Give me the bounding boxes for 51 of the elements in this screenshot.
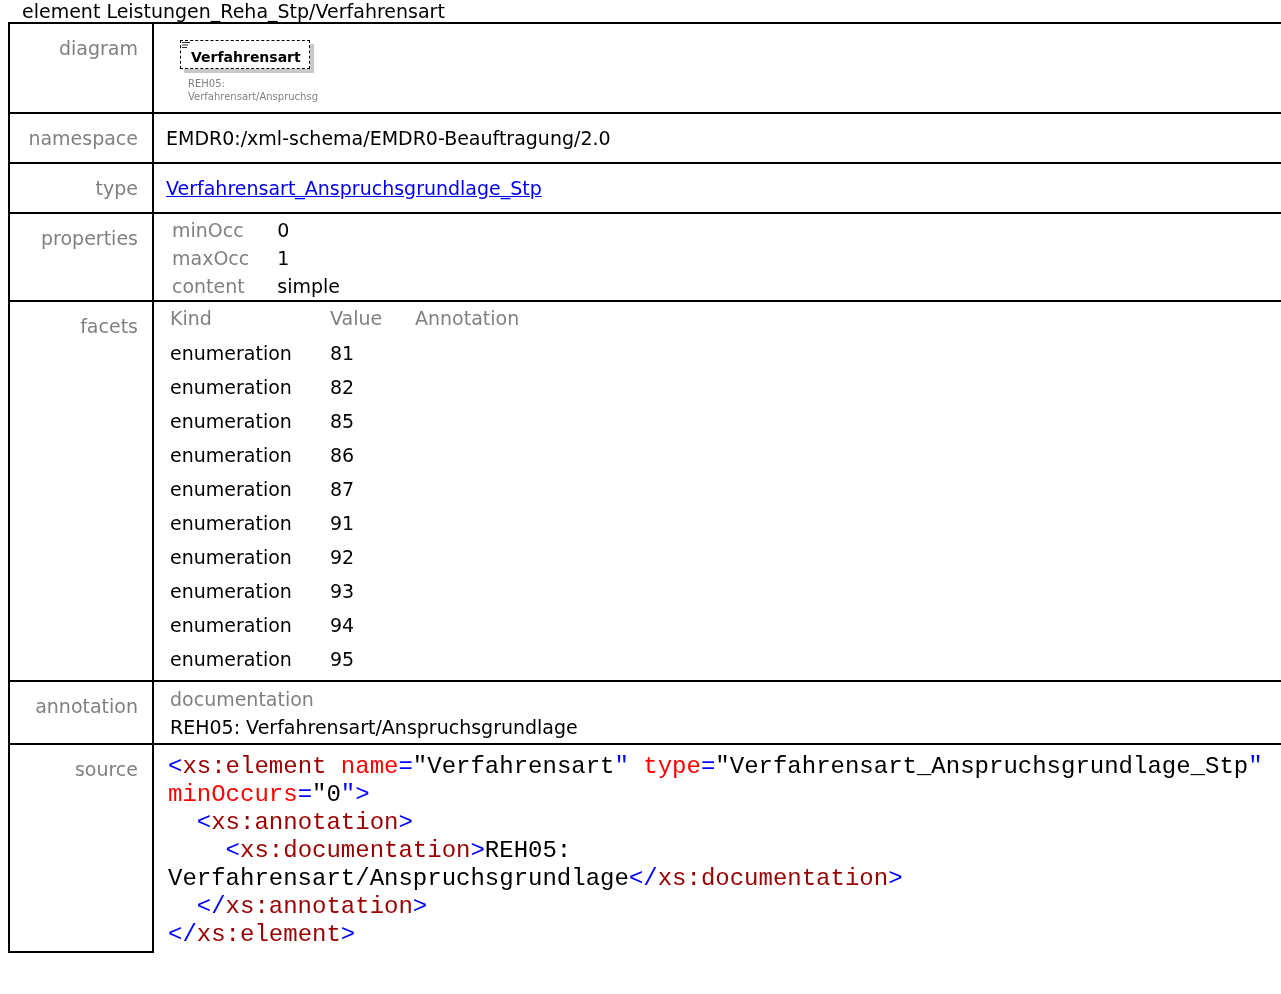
table-cell-text: enumeration xyxy=(170,409,293,433)
table-cell-text: 93 xyxy=(330,579,356,603)
table-cell-text: enumeration xyxy=(170,647,293,671)
table-cell-text: 81 xyxy=(330,341,356,365)
row-label: source xyxy=(74,758,138,780)
table-cell-text: enumeration xyxy=(170,545,293,569)
diagram-doc-text: REH05: xyxy=(188,77,226,90)
code-line: minOccurs="0"> xyxy=(168,781,371,809)
table-cell-text: 94 xyxy=(330,613,356,637)
column-header: Kind xyxy=(170,306,213,331)
page-heading: element Leistungen_Reha_Stp/Verfahrensart xyxy=(21,0,446,22)
annotation-heading: documentation xyxy=(170,687,315,712)
property-name: maxOcc xyxy=(172,246,250,270)
table-cell-text: enumeration xyxy=(170,443,293,467)
table-cell-text: enumeration xyxy=(170,375,293,399)
row-label: properties xyxy=(41,227,138,249)
property-value: 0 xyxy=(277,218,291,242)
column-header: Value xyxy=(330,306,384,331)
table-cell-text: 85 xyxy=(330,409,356,433)
row-label: diagram xyxy=(59,37,138,59)
diagram-doc-text: Verfahrensart/Anspruchsg xyxy=(188,90,319,103)
type-link[interactable]: Verfahrensart_Anspruchsgrundlage_Stp xyxy=(166,177,542,199)
code-line: <xs:documentation>REH05: xyxy=(224,837,573,865)
code-line: </xs:annotation> xyxy=(195,893,429,921)
table-cell-text: enumeration xyxy=(170,579,293,603)
row-label: annotation xyxy=(35,695,138,717)
property-value: simple xyxy=(277,274,341,298)
table-cell-text: enumeration xyxy=(170,613,293,637)
annotation-text: REH05: Verfahrensart/Anspruchsgrundlage xyxy=(170,715,579,740)
table-cell-text: 82 xyxy=(330,375,356,399)
table-cell-text: 91 xyxy=(330,511,356,535)
code-line: <xs:annotation> xyxy=(195,809,414,837)
table-cell-text: enumeration xyxy=(170,477,293,501)
table-cell-text: 87 xyxy=(330,477,356,501)
code-line: Verfahrensart/Anspruchsgrundlage</xs:documentation> xyxy=(168,865,904,893)
table-cell-text: 95 xyxy=(330,647,356,671)
property-name: minOcc xyxy=(172,218,245,242)
code-line: </xs:element> xyxy=(168,921,357,949)
property-value: 1 xyxy=(277,246,291,270)
table-cell-text: 86 xyxy=(330,443,356,467)
table-cell-text: enumeration xyxy=(170,341,293,365)
sequence-icon xyxy=(182,42,190,49)
column-header: Annotation xyxy=(415,306,521,331)
row-label: namespace xyxy=(28,127,138,149)
table-cell-text: enumeration xyxy=(170,511,293,535)
table-cell-text: 92 xyxy=(330,545,356,569)
row-label: type xyxy=(95,177,138,199)
code-line: <xs:element name="Verfahrensart" type="Verfahrensart_Anspruchsgrundlage_Stp" xyxy=(168,753,1264,781)
namespace-value: EMDR0:/xml-schema/EMDR0-Beauftragung/2.0 xyxy=(166,127,611,149)
row-label: facets xyxy=(80,315,138,337)
property-name: content xyxy=(172,274,246,298)
